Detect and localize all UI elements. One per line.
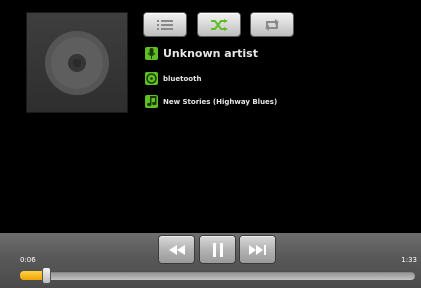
song-title: New Stories (Highway Blues) (163, 97, 278, 106)
rewind-icon (168, 244, 185, 255)
album-art (27, 13, 127, 112)
next-button[interactable] (240, 236, 275, 263)
pause-button[interactable] (200, 236, 235, 263)
shuffle-icon (211, 18, 228, 31)
artist-name: Unknown artist (163, 47, 258, 60)
fast-forward-icon (248, 244, 266, 255)
track-list-button[interactable] (144, 13, 186, 36)
total-duration: 1:33 (401, 256, 417, 264)
progress-thumb[interactable] (43, 268, 50, 283)
pause-icon (212, 242, 223, 257)
song-row: New Stories (Highway Blues) (145, 95, 277, 108)
music-note-icon (145, 95, 158, 108)
album-name: bluetooth (163, 74, 202, 83)
elapsed-time: 0:06 (20, 256, 36, 264)
track-list-icon (157, 19, 173, 30)
artist-row: Unknown artist (145, 47, 258, 60)
microphone-icon (145, 47, 158, 60)
progress-bar[interactable] (20, 271, 415, 280)
repeat-button[interactable] (251, 13, 293, 36)
disc-icon (145, 72, 158, 85)
shuffle-button[interactable] (198, 13, 240, 36)
cd-disc-icon (45, 31, 109, 95)
previous-button[interactable] (159, 236, 194, 263)
album-row: bluetooth (145, 72, 201, 85)
repeat-icon (265, 18, 279, 31)
